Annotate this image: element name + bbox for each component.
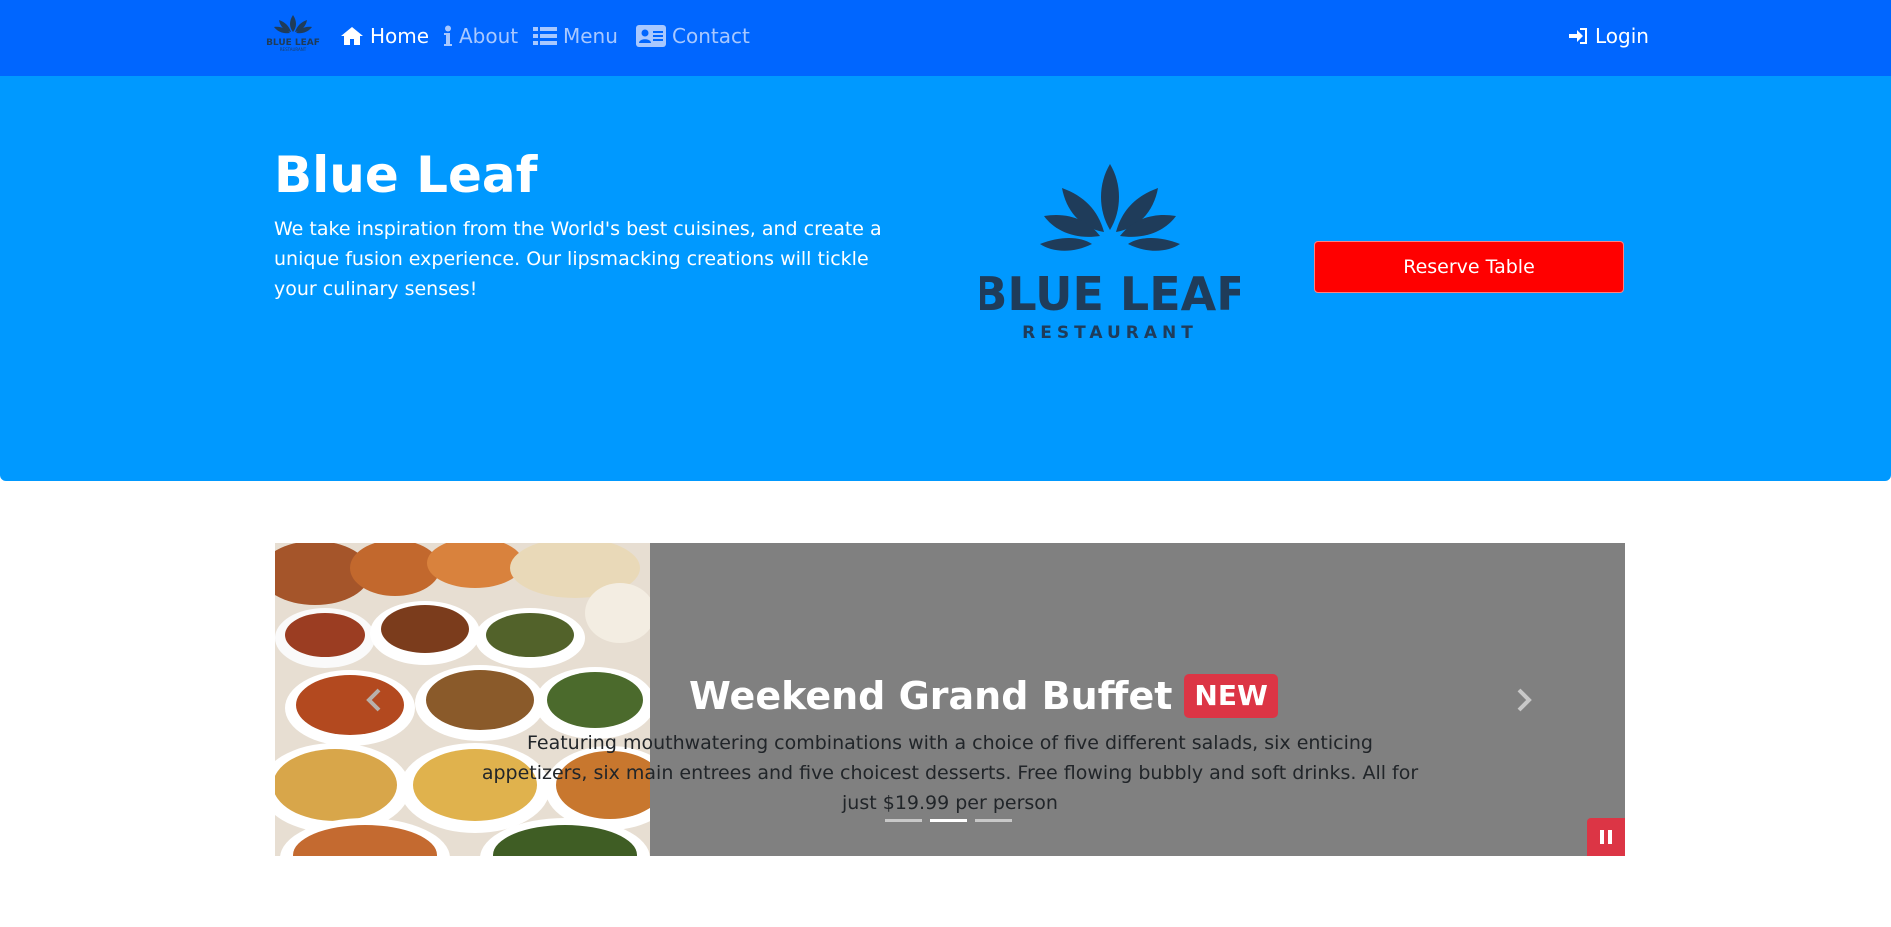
- nav-about[interactable]: About: [443, 21, 518, 51]
- carousel-indicator[interactable]: [885, 819, 922, 822]
- carousel-next-icon[interactable]: [1508, 685, 1538, 715]
- navbar: BLUE LEAF RESTAURANT Home About Menu Con…: [0, 0, 1891, 76]
- login-label: Login: [1595, 24, 1649, 48]
- nav-contact[interactable]: Contact: [636, 21, 750, 51]
- reserve-table-button[interactable]: Reserve Table: [1314, 241, 1624, 293]
- pause-icon: [1600, 830, 1612, 844]
- nav-menu-label: Menu: [563, 24, 618, 48]
- nav-home[interactable]: Home: [340, 21, 429, 51]
- hero-title: Blue Leaf: [274, 146, 538, 204]
- carousel: Weekend Grand Buffet NEW Featuring mouth…: [275, 543, 1625, 856]
- home-icon: [341, 27, 363, 45]
- sign-in-icon: [1569, 28, 1587, 44]
- carousel-caption-text: Featuring mouthwatering combinations wit…: [481, 732, 1419, 814]
- brand-logo-icon[interactable]: BLUE LEAF RESTAURANT: [258, 12, 328, 52]
- new-badge: NEW: [1184, 674, 1278, 718]
- nav-home-label: Home: [370, 24, 430, 48]
- carousel-indicators: [885, 819, 1012, 822]
- carousel-indicator[interactable]: [975, 819, 1012, 822]
- hero-logo-subtitle: RESTAURANT: [1022, 323, 1198, 343]
- carousel-prev-icon[interactable]: [360, 685, 390, 715]
- hero-logo-title: BLUE LEAF: [980, 267, 1240, 321]
- login-link[interactable]: Login: [1569, 21, 1649, 51]
- blue-leaf-logo-icon: BLUE LEAF RESTAURANT: [980, 164, 1240, 343]
- address-card-icon: [636, 25, 666, 47]
- carousel-pause-button[interactable]: [1587, 818, 1625, 856]
- brand-logo-subtext: RESTAURANT: [280, 47, 307, 52]
- nav-about-label: About: [459, 24, 519, 48]
- carousel-indicator-active[interactable]: [930, 819, 967, 822]
- hero-text: We take inspiration from the World's bes…: [274, 218, 882, 300]
- list-icon: [533, 27, 557, 45]
- nav-menu[interactable]: Menu: [533, 21, 618, 51]
- carousel-title-text: Weekend Grand Buffet: [689, 674, 1173, 718]
- nav-contact-label: Contact: [672, 24, 750, 48]
- info-icon: [444, 25, 452, 46]
- carousel-caption-title: Weekend Grand Buffet NEW: [689, 668, 1278, 724]
